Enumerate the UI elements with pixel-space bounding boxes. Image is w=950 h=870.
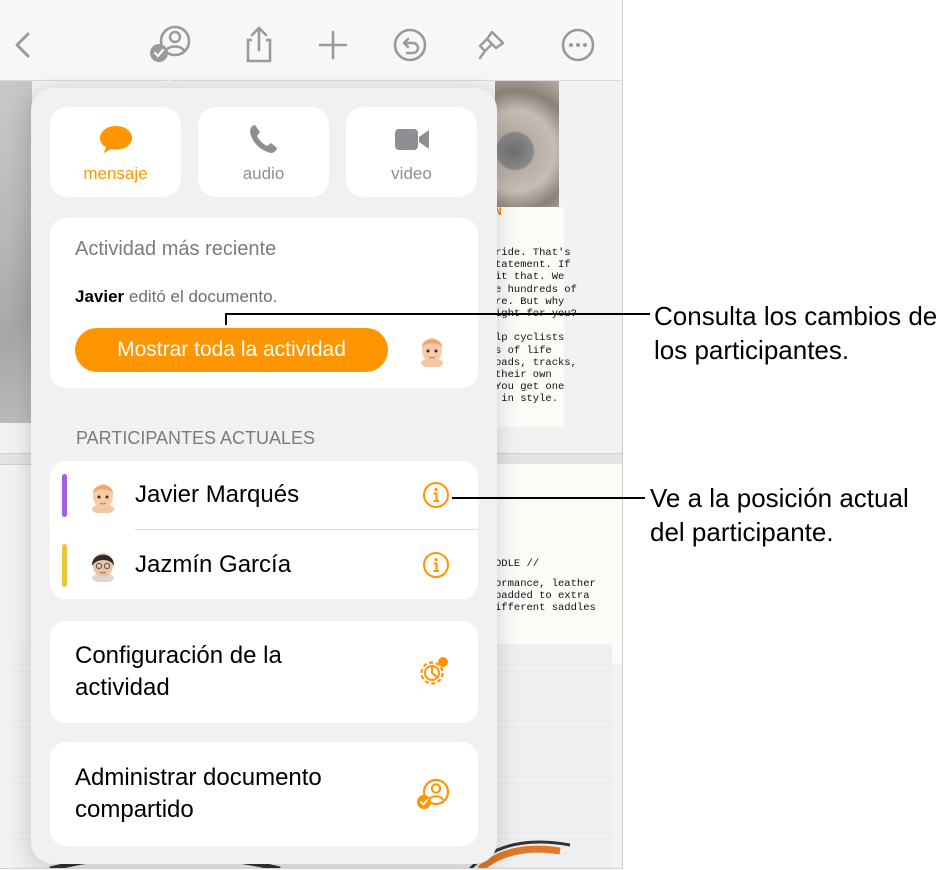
- javier-avatar-icon: [417, 333, 447, 367]
- participants-list: Javier Marqués Jazmín García: [50, 461, 478, 599]
- jazmin-avatar-icon: [88, 548, 118, 582]
- info-icon[interactable]: [422, 551, 450, 579]
- info-icon[interactable]: [422, 481, 450, 509]
- doc-body-text-2: ormance, leather padded to extra ifferen…: [495, 578, 596, 615]
- activity-settings-label: Configuración de la actividad: [75, 642, 282, 701]
- recent-activity-text: Javier editó el documento.: [75, 287, 277, 307]
- participant-row-javier[interactable]: Javier Marqués: [50, 461, 478, 530]
- document-photo-street: [0, 81, 32, 423]
- chevron-left-icon[interactable]: [5, 26, 43, 64]
- video-button[interactable]: video: [346, 107, 477, 197]
- recent-activity-card: Actividad más reciente Javier editó el d…: [50, 218, 478, 388]
- activity-settings-button[interactable]: Configuración de la actividad: [50, 621, 478, 723]
- collaboration-badge-icon: [415, 776, 451, 812]
- callout-leader-line: [452, 497, 645, 499]
- callout-go-to-position: Ve a la posición actual del participante…: [650, 483, 909, 547]
- video-camera-icon: [394, 123, 430, 155]
- plus-icon[interactable]: [314, 26, 352, 64]
- activity-actor: Javier: [75, 287, 125, 306]
- message-button[interactable]: mensaje: [50, 107, 181, 197]
- message-bubble-icon: [98, 123, 134, 155]
- audio-button-label: audio: [242, 164, 285, 183]
- share-icon[interactable]: [240, 26, 278, 64]
- undo-icon[interactable]: [391, 26, 429, 64]
- participant-name: Jazmín García: [135, 551, 292, 578]
- javier-avatar-icon: [88, 479, 118, 513]
- participant-color-bar: [62, 544, 67, 587]
- doc-body-text: ride. That's tatement. If it that. We e …: [495, 247, 577, 406]
- paintbrush-icon[interactable]: [472, 26, 510, 64]
- gear-badge-icon: [415, 654, 451, 690]
- document-photo-bike: [495, 81, 559, 207]
- video-button-label: video: [391, 164, 432, 183]
- participant-name: Javier Marqués: [135, 481, 300, 508]
- callout-view-changes: Consulta los cambios de los participante…: [654, 301, 938, 365]
- collaboration-popover: mensaje audio video Actividad más recien…: [31, 88, 497, 864]
- manage-shared-document-button[interactable]: Administrar documento compartido: [50, 742, 478, 846]
- toolbar: [0, 0, 622, 81]
- row-divider: [135, 529, 478, 530]
- more-icon[interactable]: [559, 26, 597, 64]
- document-page-2: DDLE // ormance, leather padded to extra…: [480, 464, 622, 664]
- app-screen: N ride. That's tatement. If it that. We …: [0, 0, 623, 869]
- participant-row-jazmin[interactable]: Jazmín García: [50, 531, 478, 599]
- manage-shared-document-label: Administrar documento compartido: [75, 764, 322, 823]
- participants-header: PARTICIPANTES ACTUALES: [76, 428, 316, 448]
- audio-button[interactable]: audio: [198, 107, 329, 197]
- show-all-activity-button[interactable]: Mostrar toda la actividad: [75, 328, 388, 372]
- recent-activity-title: Actividad más reciente: [75, 238, 277, 260]
- doc-heading-2: DDLE //: [495, 558, 540, 570]
- phone-icon: [246, 123, 282, 155]
- participant-color-bar: [62, 474, 67, 517]
- callout-leader-tick: [225, 313, 227, 325]
- collaboration-icon[interactable]: [148, 23, 194, 65]
- activity-action: editó el documento.: [128, 287, 278, 306]
- callout-leader-line: [225, 313, 650, 315]
- message-button-label: mensaje: [83, 164, 148, 183]
